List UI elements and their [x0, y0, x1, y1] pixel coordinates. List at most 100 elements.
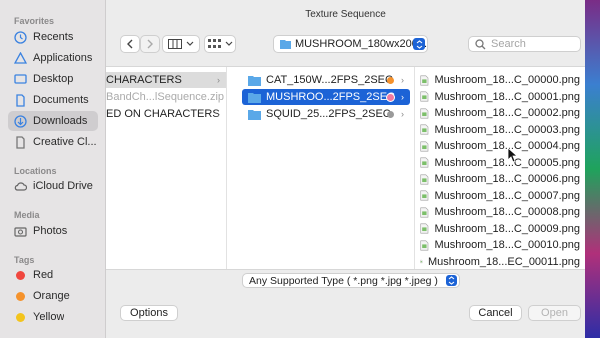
file-name: Mushroom_18...C_00008.png — [434, 206, 580, 218]
chevron-right-icon: › — [217, 109, 220, 119]
tag-label: Red — [33, 269, 54, 281]
folder-row[interactable]: BandCh...lSequence.zip — [106, 89, 226, 105]
chevron-down-icon — [186, 41, 194, 46]
image-file-icon — [420, 74, 429, 86]
back-button[interactable] — [120, 35, 140, 53]
document-icon — [14, 93, 27, 107]
sidebar-item-downloads[interactable]: Downloads — [8, 111, 98, 131]
column-browser: CHARACTERS › BandCh...lSequence.zip ED ON C… — [106, 66, 585, 270]
sidebar-item-label: Desktop — [33, 73, 74, 85]
image-file-icon — [420, 206, 429, 218]
file-row[interactable]: Mushroom_18...C_00005.png — [420, 155, 580, 171]
file-row[interactable]: Mushroom_18...EC_00011.png — [420, 254, 580, 270]
open-button[interactable]: Open — [528, 305, 581, 321]
tag-item-red[interactable]: Red — [8, 265, 98, 285]
chevron-right-icon: › — [401, 75, 404, 85]
cloud-icon — [14, 180, 27, 193]
location-popup[interactable]: MUSHROOM_180wx200... — [273, 35, 428, 53]
media-heading: Media — [14, 210, 40, 220]
desktop-background — [585, 0, 600, 338]
image-file-icon — [420, 107, 429, 119]
file-row[interactable]: Mushroom_18...C_00006.png — [420, 171, 580, 187]
search-field[interactable]: Search — [468, 36, 581, 52]
file-dialog: Texture Sequence MUSHROOM_180wx200... Se… — [106, 0, 585, 338]
file-row[interactable]: Mushroom_18...C_00001.png — [420, 89, 580, 105]
tag-color-dot — [16, 312, 25, 322]
row-label: MUSHROO...2FPS_2SEC — [266, 91, 395, 103]
file-row[interactable]: Mushroom_18...C_00007.png — [420, 188, 580, 204]
chevron-right-icon — [147, 39, 153, 49]
columns-view-icon — [168, 39, 182, 49]
file-row[interactable]: Mushroom_18...C_00009.png — [420, 221, 580, 237]
folder-row[interactable]: MUSHROO...2FPS_2SEC › — [242, 89, 410, 105]
image-file-icon — [420, 223, 429, 234]
image-file-icon — [420, 91, 429, 102]
file-name: Mushroom_18...C_00006.png — [434, 173, 580, 185]
tag-color-dot — [16, 270, 25, 280]
folder-row[interactable]: CAT_150W...2FPS_2SEC › — [242, 72, 410, 88]
file-row[interactable]: Mushroom_18...C_00010.png — [420, 237, 580, 253]
sidebar-item-label: Documents — [33, 94, 89, 106]
file-row[interactable]: Mushroom_18...C_00004.png — [420, 138, 580, 154]
sidebar-item-creative-cl[interactable]: Creative Cl... — [8, 132, 98, 152]
file-name: Mushroom_18...C_00001.png — [434, 90, 580, 103]
image-file-icon — [420, 190, 429, 201]
file-row[interactable]: Mushroom_18...C_00000.png — [420, 72, 580, 88]
grid-view-icon — [207, 39, 221, 48]
sidebar-item-photos[interactable]: Photos — [8, 221, 98, 241]
file-row[interactable]: Mushroom_18...C_00003.png — [420, 122, 580, 138]
folder-row[interactable]: CHARACTERS › — [106, 72, 226, 88]
open-label: Open — [541, 307, 568, 319]
file-name: Mushroom_18...C_00000.png — [434, 74, 580, 86]
locations-heading: Locations — [14, 166, 57, 176]
image-file-icon — [420, 157, 429, 168]
tag-item-orange[interactable]: Orange — [8, 286, 98, 306]
sidebar-item-label: Photos — [33, 225, 68, 237]
popup-arrows-icon — [413, 38, 425, 50]
forward-button[interactable] — [140, 35, 160, 53]
tag-color-dot — [16, 291, 25, 301]
options-label: Options — [130, 307, 168, 319]
file-name: Mushroom_18...EC_00011.png — [427, 255, 580, 268]
file-name: Mushroom_18...C_00002.png — [434, 107, 580, 119]
sidebar-item-desktop[interactable]: Desktop — [8, 69, 98, 89]
chevron-right-icon: › — [401, 92, 404, 102]
file-type-popup[interactable]: Any Supported Type ( *.png *.jpg *.jpeg … — [242, 273, 460, 288]
chevron-right-icon: › — [217, 75, 220, 85]
image-file-icon — [420, 239, 429, 251]
file-name: Mushroom_18...C_00009.png — [434, 222, 580, 235]
column-3: Mushroom_18...C_00000.png Mushroom_18...C… — [414, 67, 585, 269]
view-columns-button[interactable] — [162, 35, 200, 53]
popup-arrows-icon — [446, 275, 457, 286]
view-grid-button[interactable] — [204, 35, 236, 53]
clock-icon — [14, 30, 27, 44]
options-button[interactable]: Options — [120, 305, 178, 321]
folder-row[interactable]: SQUID_25...2FPS_2SEC › — [242, 106, 410, 122]
folder-icon — [248, 109, 261, 120]
tag-label: Yellow — [33, 311, 65, 323]
applications-icon — [14, 51, 27, 65]
download-icon — [14, 114, 27, 128]
desktop-icon — [14, 73, 27, 86]
file-name: Mushroom_18...C_00010.png — [434, 239, 580, 251]
sidebar-item-label: Applications — [33, 52, 93, 64]
file-type-label: Any Supported Type ( *.png *.jpg *.jpeg … — [249, 274, 438, 287]
tag-item-yellow[interactable]: Yellow — [8, 307, 98, 327]
sidebar-item-icloud-drive[interactable]: iCloud Drive — [8, 176, 98, 196]
row-label: CHARACTERS — [106, 74, 182, 86]
color-tag — [387, 93, 394, 101]
tags-heading: Tags — [14, 255, 35, 265]
sidebar-item-recents[interactable]: Recents — [8, 27, 98, 47]
cancel-button[interactable]: Cancel — [469, 305, 522, 321]
folder-row[interactable]: ED ON CHARACTERS › — [106, 106, 226, 122]
row-label: BandCh...lSequence.zip — [106, 91, 225, 103]
row-label: CAT_150W...2FPS_2SEC — [266, 74, 393, 86]
folder-icon — [248, 92, 261, 103]
sidebar-item-documents[interactable]: Documents — [8, 90, 98, 110]
tag-label: Orange — [33, 290, 70, 302]
image-file-icon — [420, 259, 423, 264]
file-row[interactable]: Mushroom_18...C_00008.png — [420, 204, 580, 220]
file-row[interactable]: Mushroom_18...C_00002.png — [420, 105, 580, 121]
sidebar-item-applications[interactable]: Applications — [8, 48, 98, 68]
mouse-cursor-icon — [507, 147, 519, 163]
